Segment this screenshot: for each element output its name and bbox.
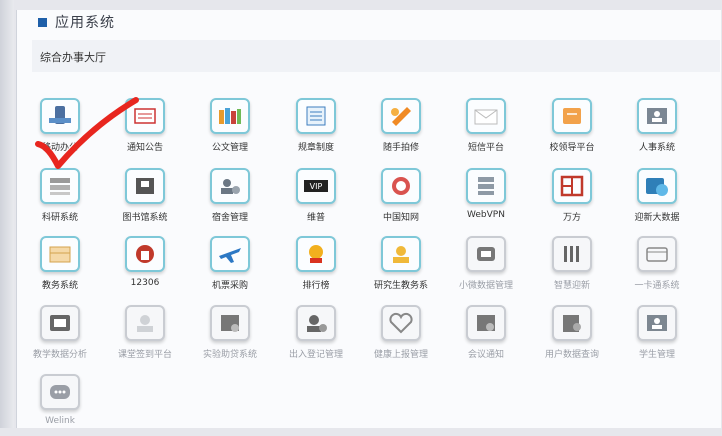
app-label: 科研系统 (41, 213, 78, 223)
app-tile[interactable]: 用户数据查询 (534, 305, 610, 367)
app-label: 研究生教务系 (373, 281, 428, 291)
app-label: 维普 (306, 213, 325, 223)
app-label: 小微数据管理 (458, 281, 513, 291)
app-tile[interactable]: 宿舍管理 (192, 168, 268, 230)
app-tile[interactable]: 一卡通系统 (619, 236, 695, 298)
app-label: 课堂签到平台 (117, 350, 172, 360)
app-label: 机票采购 (211, 281, 248, 291)
app-label: 图书馆系统 (122, 213, 168, 223)
app-label: 实验助贷系统 (202, 350, 257, 360)
app-tile[interactable]: VIP 维普 (278, 168, 354, 230)
data-management-icon[interactable] (466, 236, 506, 272)
document-management-icon[interactable] (210, 98, 250, 134)
app-label: 公文管理 (211, 143, 248, 153)
checkin-icon[interactable] (125, 305, 165, 341)
app-label: 健康上报管理 (373, 350, 428, 360)
app-label: 随手拍修 (382, 143, 419, 153)
app-tile[interactable]: 短信平台 (448, 98, 524, 160)
app-tile[interactable]: 科研系统 (22, 168, 98, 230)
app-label: 排行榜 (302, 281, 330, 291)
app-tile[interactable]: 图书馆系统 (107, 168, 183, 230)
page-title: 应用系统 (55, 15, 115, 31)
graduate-icon[interactable] (381, 236, 421, 272)
app-tile[interactable]: 人事系统 (619, 98, 695, 160)
app-tile[interactable]: 出入登记管理 (278, 305, 354, 367)
access-register-icon[interactable] (296, 305, 336, 341)
student-management-icon[interactable] (637, 305, 677, 341)
app-tile[interactable]: 万方 (534, 168, 610, 230)
red-checkmark-annotation (35, 97, 139, 169)
app-tile[interactable]: 学生管理 (619, 305, 695, 367)
app-tile[interactable]: 中国知网 (363, 168, 439, 230)
webvpn-icon[interactable] (466, 168, 506, 204)
welink-icon[interactable] (40, 374, 80, 410)
app-label: 规章制度 (297, 143, 334, 153)
app-tile[interactable]: 教学数据分析 (22, 305, 98, 367)
app-label: 人事系统 (638, 143, 675, 153)
cnki-icon[interactable] (381, 168, 421, 204)
teaching-analytics-icon[interactable] (40, 305, 80, 341)
app-label: 12306 (130, 278, 160, 288)
app-tile[interactable]: 智慧迎新 (534, 236, 610, 298)
app-label: 迎新大数据 (634, 213, 680, 223)
health-report-icon[interactable] (381, 305, 421, 341)
app-tile[interactable]: 迎新大数据 (619, 168, 695, 230)
academic-icon[interactable] (40, 236, 80, 272)
user-query-icon[interactable] (552, 305, 592, 341)
app-tile[interactable]: 课堂签到平台 (107, 305, 183, 367)
app-label: 智慧迎新 (553, 281, 590, 291)
app-tile[interactable]: 校领导平台 (534, 98, 610, 160)
app-tile[interactable]: 小微数据管理 (448, 236, 524, 298)
wanfang-icon[interactable] (552, 168, 592, 204)
app-tile[interactable]: 规章制度 (278, 98, 354, 160)
app-label: 会议通知 (467, 350, 504, 360)
app-tile[interactable]: 随手拍修 (363, 98, 439, 160)
lab-loan-icon[interactable] (210, 305, 250, 341)
app-label: 万方 (562, 213, 581, 223)
app-tile[interactable]: 实验助贷系统 (192, 305, 268, 367)
sms-icon[interactable] (466, 98, 506, 134)
dormitory-icon[interactable] (210, 168, 250, 204)
app-label: 一卡通系统 (634, 281, 680, 291)
regulations-icon[interactable] (296, 98, 336, 134)
app-label: 中国知网 (382, 213, 419, 223)
ranking-icon[interactable] (296, 236, 336, 272)
app-tile[interactable]: 健康上报管理 (363, 305, 439, 367)
app-label: 教务系统 (41, 281, 78, 291)
app-tile[interactable]: 12306 (107, 236, 183, 298)
app-label: 校领导平台 (549, 143, 595, 153)
app-label: 宿舍管理 (211, 213, 248, 223)
app-tile[interactable]: 教务系统 (22, 236, 98, 298)
app-tile[interactable]: 机票采购 (192, 236, 268, 298)
app-label: Welink (45, 416, 75, 426)
hall-link[interactable]: 综合办事大厅 (40, 49, 106, 65)
app-tile[interactable]: 会议通知 (448, 305, 524, 367)
hr-system-icon[interactable] (637, 98, 677, 134)
leader-platform-icon[interactable] (552, 98, 592, 134)
app-tile[interactable]: 研究生教务系 (363, 236, 439, 298)
vip-icon[interactable]: VIP (296, 168, 336, 204)
meeting-notice-icon[interactable] (466, 305, 506, 341)
app-tile[interactable]: Welink (22, 374, 98, 436)
repair-icon[interactable] (381, 98, 421, 134)
flight-icon[interactable] (210, 236, 250, 272)
app-label: 教学数据分析 (32, 350, 87, 360)
app-label: 用户数据查询 (544, 350, 599, 360)
app-label: 出入登记管理 (288, 350, 343, 360)
app-label: WebVPN (467, 210, 505, 220)
app-tile[interactable]: WebVPN (448, 168, 524, 230)
app-label: 学生管理 (638, 350, 675, 360)
app-tile[interactable]: 排行榜 (278, 236, 354, 298)
section-header: 应用系统 (38, 12, 115, 32)
card-system-icon[interactable] (637, 236, 677, 272)
railway-icon[interactable] (125, 236, 165, 272)
subtitle-bar: 综合办事大厅 (32, 40, 720, 72)
left-edge (0, 0, 14, 428)
header-marker-icon (38, 17, 47, 27)
smart-welcome-icon[interactable] (552, 236, 592, 272)
big-data-icon[interactable] (637, 168, 677, 204)
app-label: 短信平台 (467, 143, 504, 153)
app-tile[interactable]: 公文管理 (192, 98, 268, 160)
svg-text:VIP: VIP (310, 182, 323, 191)
